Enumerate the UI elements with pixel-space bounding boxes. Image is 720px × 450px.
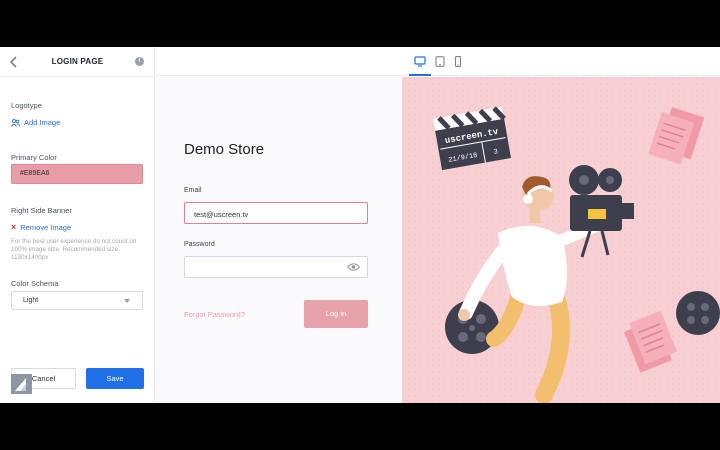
forgot-password-link[interactable]: Forgot Password? (184, 310, 245, 319)
active-device-indicator (409, 74, 431, 76)
remove-image-label: Remove Image (20, 223, 72, 232)
settings-sidebar: LOGIN PAGE i Logotype Add Image Primary … (0, 47, 155, 403)
info-icon[interactable]: i (135, 57, 144, 66)
login-button[interactable]: Log in (304, 300, 368, 328)
banner-size-hint: For the best user experience do not coun… (11, 238, 137, 261)
right-banner-label: Right Side Banner (11, 206, 72, 215)
device-toolbar (156, 47, 720, 76)
user-group-icon (11, 118, 20, 127)
add-image-label: Add Image (24, 118, 61, 127)
app-frame: LOGIN PAGE i Logotype Add Image Primary … (0, 47, 720, 403)
banner-illustration: uscreen.tv 21/9/18 3 (402, 77, 720, 403)
sidebar-title: LOGIN PAGE (51, 57, 104, 66)
primary-color-input[interactable]: #E89EA6 (11, 164, 143, 184)
password-field[interactable] (184, 256, 368, 278)
logotype-label: Logotype (11, 101, 42, 110)
desktop-icon[interactable] (414, 56, 426, 67)
email-field[interactable]: test@uscreen.tv (184, 202, 368, 224)
color-schema-select[interactable]: Light (11, 291, 143, 310)
login-preview: Demo Store Email test@uscreen.tv Passwor… (156, 77, 402, 403)
save-button[interactable]: Save (86, 368, 144, 389)
close-icon: × (11, 222, 17, 232)
add-image-link[interactable]: Add Image (11, 118, 60, 127)
store-title: Demo Store (184, 141, 265, 158)
right-side-banner: uscreen.tv 21/9/18 3 (402, 77, 720, 403)
color-schema-value: Light (23, 297, 39, 304)
password-label: Password (184, 241, 215, 248)
color-schema-label: Color Schema (11, 279, 59, 288)
app-logo-icon (11, 374, 32, 394)
remove-image-link[interactable]: × Remove Image (11, 222, 72, 233)
film-reel-small-icon (676, 291, 720, 335)
mobile-icon[interactable] (452, 56, 464, 67)
sidebar-header: LOGIN PAGE i (0, 47, 155, 77)
chevron-down-icon (124, 299, 130, 303)
email-label: Email (184, 187, 202, 194)
primary-color-label: Primary Color (11, 153, 57, 162)
eye-icon[interactable] (347, 263, 360, 271)
tablet-icon[interactable] (434, 56, 446, 67)
